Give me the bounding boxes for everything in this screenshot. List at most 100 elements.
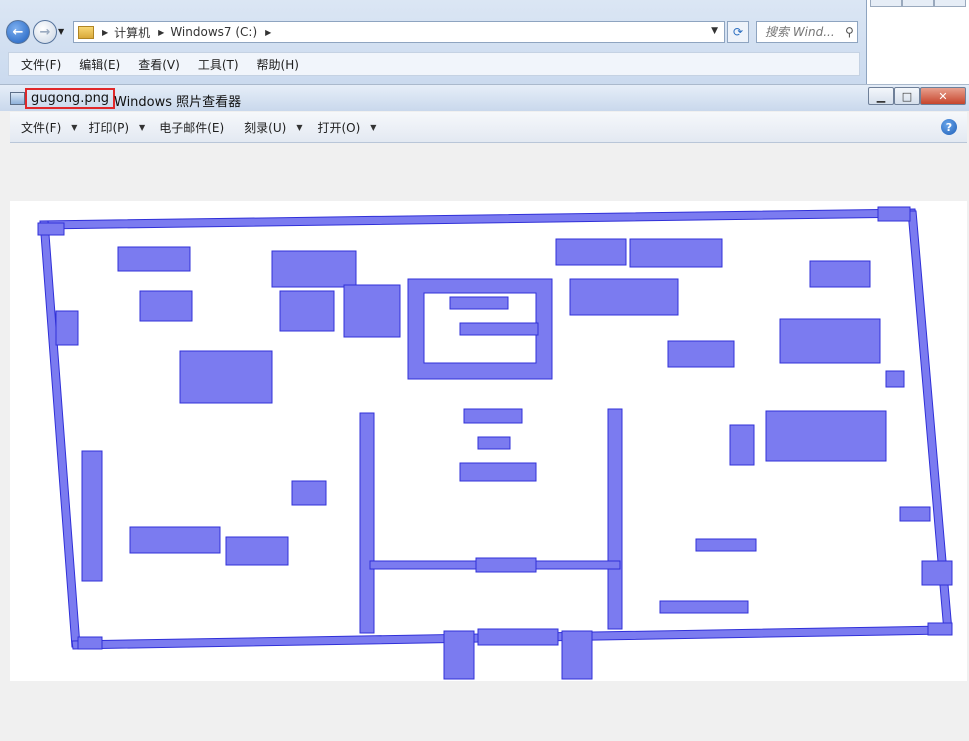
east-pavilion	[885, 370, 905, 388]
toolbar-print-menu[interactable]: 打印(P) ▼	[88, 119, 145, 136]
back-button[interactable]: ←	[6, 20, 30, 44]
breadcrumb-drive[interactable]: Windows7 (C:)	[170, 25, 257, 39]
central-hall-1	[463, 408, 523, 424]
refresh-icon: ⟳	[732, 25, 744, 39]
east-courtyard	[765, 410, 887, 462]
meridian-gate-center	[477, 628, 559, 646]
minimize-icon: ▁	[876, 89, 886, 103]
chevron-down-icon: ▼	[370, 122, 377, 132]
title-file-name: gugong.png	[25, 88, 116, 109]
west-palace-5	[279, 290, 335, 332]
east-palace-7	[729, 424, 755, 466]
address-bar[interactable]: ▶ 计算机 ▶ Windows7 (C:) ▶ ▼	[73, 21, 725, 43]
toolbar-file-menu[interactable]: 文件(F) ▼	[21, 119, 77, 136]
displayed-image[interactable]	[10, 201, 967, 681]
chevron-down-icon: ▼	[71, 122, 78, 132]
east-gate-tower	[921, 560, 953, 586]
chevron-right-icon[interactable]: ▶	[158, 28, 164, 37]
help-button[interactable]: ?	[941, 119, 957, 135]
north-compound-hall-2	[459, 322, 539, 336]
menu-edit[interactable]: 编辑(E)	[79, 56, 120, 73]
east-palace-2	[629, 238, 723, 268]
central-hall-2	[477, 436, 511, 450]
west-palace-4	[271, 250, 357, 288]
title-bar[interactable]: gugong.png Windows 照片查看器 ▁ □ ✕	[0, 84, 969, 111]
north-compound-hall	[449, 296, 509, 310]
explorer-maximize-button[interactable]	[902, 0, 934, 7]
west-palace-3	[179, 350, 273, 404]
corner-tower-sw	[77, 636, 103, 650]
toolbar-email-button[interactable]: 电子邮件(E)	[159, 119, 224, 136]
menu-tools[interactable]: 工具(T)	[198, 56, 239, 73]
east-palace-3	[569, 278, 679, 316]
chevron-right-icon[interactable]: ▶	[102, 28, 108, 37]
toolbar-open-menu[interactable]: 打开(O) ▼	[317, 119, 376, 136]
chevron-down-icon: ▼	[139, 122, 146, 132]
east-palace-8	[695, 538, 757, 552]
toolbar-burn-menu[interactable]: 刻录(U) ▼	[244, 119, 302, 136]
west-palace-9	[291, 480, 327, 506]
refresh-button[interactable]: ⟳	[727, 21, 749, 43]
close-icon: ✕	[938, 89, 948, 103]
west-pavilion	[55, 310, 79, 346]
search-input[interactable]	[763, 24, 843, 40]
maximize-icon: □	[901, 89, 913, 103]
history-dropdown-icon[interactable]: ▼	[58, 27, 64, 36]
toolbar-open-label: 打开(O)	[317, 120, 361, 135]
title-app-name: Windows 照片查看器	[114, 95, 242, 110]
central-hall-3	[459, 462, 537, 482]
explorer-close-button[interactable]	[934, 0, 966, 7]
help-icon: ?	[945, 120, 953, 134]
east-block-south	[659, 600, 749, 614]
east-palace-1	[555, 238, 627, 266]
west-corridor	[81, 450, 103, 582]
west-palace-2	[139, 290, 193, 322]
toolbar-burn-label: 刻录(U)	[244, 120, 287, 135]
corner-tower-ne	[877, 206, 911, 222]
meridian-gate-east-wing	[561, 630, 593, 680]
chevron-right-icon[interactable]: ▶	[265, 28, 271, 37]
toolbar-email-label: 电子邮件(E)	[159, 120, 225, 135]
folder-icon	[78, 25, 94, 39]
west-palace-7	[129, 526, 221, 554]
address-dropdown-icon[interactable]: ▼	[711, 26, 718, 36]
photo-viewer-window: gugong.png Windows 照片查看器 ▁ □ ✕ 文件(F) ▼ 打…	[0, 84, 969, 741]
maximize-button[interactable]: □	[894, 87, 920, 105]
east-palace-4	[667, 340, 735, 368]
forward-button[interactable]: →	[33, 20, 57, 44]
corner-tower-se	[927, 622, 953, 636]
explorer-window: ← → ▼ ▶ 计算机 ▶ Windows7 (C:) ▶ ▼ ⟳ ⚲ 文件(F…	[0, 0, 867, 90]
outer-wall-top	[39, 208, 917, 230]
corner-tower-nw	[37, 222, 65, 236]
toolbar-print-label: 打印(P)	[88, 120, 130, 135]
search-box[interactable]: ⚲	[756, 21, 858, 43]
breadcrumb-computer[interactable]: 计算机	[114, 24, 150, 41]
east-palace-6	[809, 260, 871, 288]
photo-viewer-icon	[10, 92, 25, 105]
back-arrow-icon: ←	[12, 24, 24, 40]
central-court-east-wall	[607, 408, 623, 630]
outer-wall-left	[39, 220, 81, 648]
west-palace-1	[117, 246, 191, 272]
close-button[interactable]: ✕	[920, 87, 966, 105]
toolbar-file-label: 文件(F)	[21, 120, 62, 135]
explorer-menubar: 文件(F) 编辑(E) 查看(V) 工具(T) 帮助(H)	[8, 52, 860, 76]
viewer-toolbar: 文件(F) ▼ 打印(P) ▼ 电子邮件(E) 刻录(U) ▼ 打开(O) ▼ …	[10, 112, 967, 143]
forbidden-city-plan-image	[37, 206, 953, 680]
menu-help[interactable]: 帮助(H)	[257, 56, 299, 73]
image-canvas	[10, 143, 967, 741]
east-palace-9	[899, 506, 931, 522]
explorer-minimize-button[interactable]	[870, 0, 902, 7]
east-palace-5	[779, 318, 881, 364]
meridian-gate-west-wing	[443, 630, 475, 680]
explorer-window-controls	[866, 0, 969, 7]
forward-arrow-icon: →	[39, 24, 51, 40]
minimize-button[interactable]: ▁	[868, 87, 894, 105]
central-court-west-wall	[359, 412, 375, 634]
chevron-down-icon: ▼	[296, 122, 303, 132]
search-icon[interactable]: ⚲	[845, 25, 854, 39]
menu-view[interactable]: 查看(V)	[138, 56, 180, 73]
menu-file[interactable]: 文件(F)	[21, 56, 61, 73]
explorer-navbar: ← → ▼ ▶ 计算机 ▶ Windows7 (C:) ▶ ▼ ⟳ ⚲	[0, 14, 866, 50]
central-court-south-hall	[475, 557, 537, 573]
